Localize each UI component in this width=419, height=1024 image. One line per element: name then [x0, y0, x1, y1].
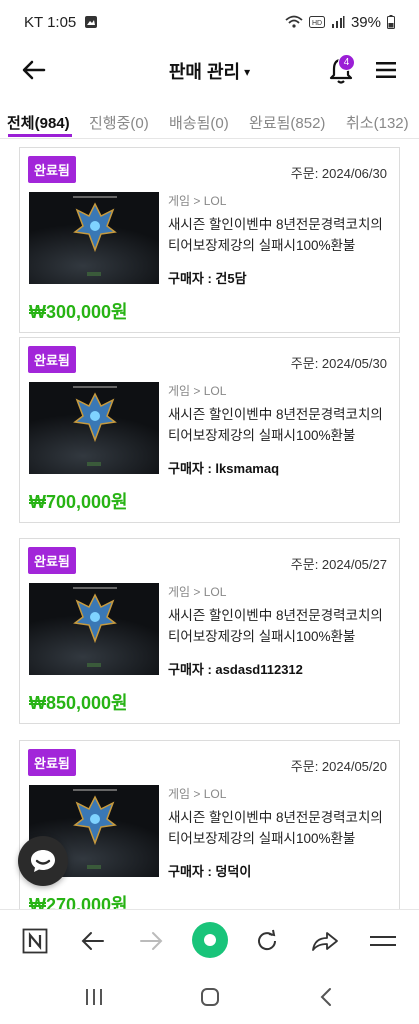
system-back-button[interactable] [314, 985, 338, 1009]
refresh-icon [258, 929, 277, 951]
tab-completed[interactable]: 완료됨(852) [249, 112, 325, 133]
buyer-name: 구매자 : lksmamaq [168, 461, 280, 476]
product-category: 게임 > LOL [168, 384, 227, 398]
wifi-icon [285, 15, 303, 28]
arrow-right-icon [140, 932, 163, 950]
back-nav-button[interactable] [78, 926, 108, 956]
buyer-name: 구매자 : asdasd112312 [168, 662, 303, 677]
order-card[interactable]: 완료됨 주문: 2024/05/27 게임 > LOL 새시즌 할인이벤中 8년… [19, 538, 400, 724]
product-title[interactable]: 새시즌 할인이벤中 8년전문경력코치의 티어보장제강의 실패시100%환불 [168, 404, 392, 446]
product-thumbnail[interactable] [29, 583, 159, 675]
chevron-down-icon: ▾ [244, 65, 251, 79]
svg-text:HD: HD [312, 20, 322, 27]
order-price: ₩270,000원 [29, 895, 128, 909]
share-icon [312, 932, 338, 951]
battery-icon [387, 15, 395, 29]
product-title[interactable]: 새시즌 할인이벤中 8년전문경력코치의 티어보장제강의 실패시100%환불 [168, 214, 392, 256]
system-home-button[interactable] [198, 985, 222, 1009]
product-thumbnail[interactable] [29, 382, 159, 474]
status-badge: 완료됨 [28, 156, 76, 183]
challenger-crest-icon [73, 392, 117, 442]
arrow-left-icon [81, 932, 104, 950]
challenger-crest-icon [73, 202, 117, 252]
hd-voice-icon: HD [308, 16, 325, 28]
active-tab-indicator [8, 134, 72, 137]
order-date: 주문: 2024/05/27 [290, 557, 387, 572]
product-category: 게임 > LOL [168, 787, 227, 801]
signal-icon [331, 16, 345, 28]
buyer-name: 구매자 : 덩덕이 [168, 864, 252, 879]
tab-cancelled[interactable]: 취소(132) [346, 112, 409, 133]
notification-badge: 4 [338, 54, 355, 71]
app-header: 판매 관리 ▾ 4 [0, 44, 419, 96]
home-button[interactable] [192, 922, 228, 958]
order-date: 주문: 2024/05/20 [290, 759, 387, 774]
browser-toolbar [0, 909, 419, 971]
hamburger-menu-icon[interactable] [374, 58, 398, 82]
product-thumbnail[interactable] [29, 192, 159, 284]
forward-nav-button[interactable] [136, 926, 166, 956]
gallery-icon [85, 16, 98, 28]
recent-apps-icon [86, 989, 102, 1005]
status-badge: 완료됨 [28, 749, 76, 776]
status-badge: 완료됨 [28, 547, 76, 574]
product-title[interactable]: 새시즌 할인이벤中 8년전문경력코치의 티어보장제강의 실패시100%환불 [168, 807, 392, 849]
order-price: ₩850,000원 [29, 693, 128, 713]
chat-button[interactable] [18, 836, 68, 886]
home-square-icon [201, 988, 219, 1006]
system-nav-bar [0, 971, 419, 1024]
refresh-button[interactable] [252, 926, 282, 956]
page-title-text: 판매 관리 [168, 62, 241, 82]
product-category: 게임 > LOL [168, 194, 227, 208]
order-card[interactable]: 완료됨 주문: 2024/05/20 게임 > LOL 새시즌 할인이벤中 8년… [19, 740, 400, 909]
browser-menu-button[interactable] [368, 926, 398, 956]
chat-bubble-icon [31, 850, 55, 872]
challenger-crest-icon [73, 795, 117, 845]
challenger-crest-icon [73, 593, 117, 643]
tab-shipped[interactable]: 배송됨(0) [169, 112, 229, 133]
chevron-left-icon [320, 988, 331, 1006]
order-price: ₩300,000원 [29, 302, 128, 322]
order-card[interactable]: 완료됨 주문: 2024/05/30 게임 > LOL 새시즌 할인이벤中 8년… [19, 337, 400, 523]
status-badge: 완료됨 [28, 346, 76, 373]
order-date: 주문: 2024/06/30 [290, 166, 387, 181]
home-dot-icon [204, 934, 216, 946]
status-bar: KT 1:05 HD 39% [0, 0, 419, 44]
battery-percent: 39% [350, 13, 381, 31]
naver-button[interactable] [20, 926, 50, 956]
product-title[interactable]: 새시즌 할인이벤中 8년전문경력코치의 티어보장제강의 실패시100%환불 [168, 605, 392, 647]
order-date: 주문: 2024/05/30 [290, 356, 387, 371]
status-time: KT 1:05 [24, 13, 77, 31]
hamburger-menu-icon [370, 936, 396, 946]
tab-all[interactable]: 전체(984) [7, 112, 70, 133]
recent-apps-button[interactable] [82, 985, 106, 1009]
page-title[interactable]: 판매 관리 ▾ [0, 58, 419, 84]
order-price: ₩700,000원 [29, 492, 128, 512]
order-card[interactable]: 완료됨 주문: 2024/06/30 게임 > LOL 새시즌 할인이벤中 8년… [19, 147, 400, 333]
share-button[interactable] [310, 926, 340, 956]
order-list[interactable]: 완료됨 주문: 2024/06/30 게임 > LOL 새시즌 할인이벤中 8년… [0, 139, 419, 909]
naver-logo-icon [22, 928, 48, 954]
buyer-name: 구매자 : 건5담 [168, 271, 247, 286]
product-category: 게임 > LOL [168, 585, 227, 599]
tab-in-progress[interactable]: 진행중(0) [89, 112, 149, 133]
